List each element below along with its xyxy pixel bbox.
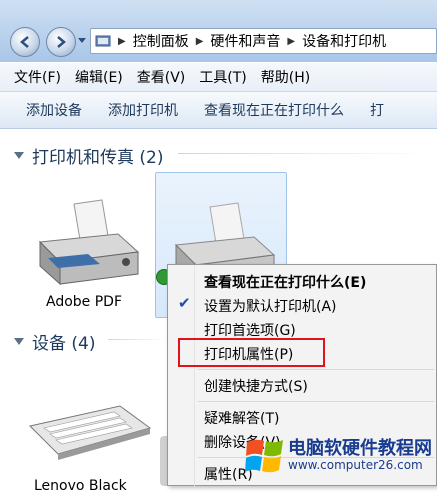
- recent-pages-dropdown-icon[interactable]: [78, 38, 86, 43]
- forward-arrow-icon: [57, 36, 66, 48]
- menu-item-printing-preferences[interactable]: 打印首选项(G): [204, 320, 296, 340]
- devices-group-header[interactable]: 设备 (4): [14, 329, 95, 354]
- printers-group-header[interactable]: 打印机和传真 (2): [14, 143, 163, 168]
- menu-help[interactable]: 帮助(H): [261, 67, 310, 87]
- control-panel-icon: [95, 35, 111, 47]
- address-bar[interactable]: ▶ 控制面板 ▶ 硬件和声音 ▶ 设备和打印机: [90, 28, 437, 54]
- breadcrumb-separator-icon: ▶: [287, 35, 296, 47]
- breadcrumb-separator-icon: ▶: [195, 35, 204, 47]
- breadcrumb-separator-icon: ▶: [118, 35, 126, 47]
- group-divider: [108, 339, 166, 340]
- menu-separator: [198, 401, 434, 402]
- menu-bar: 文件(F) 编辑(E) 查看(V) 工具(T) 帮助(H): [0, 63, 437, 92]
- devices-group-title: 设备 (4): [32, 334, 96, 354]
- forward-button[interactable]: [46, 27, 76, 57]
- menu-separator: [198, 369, 434, 370]
- menu-item-troubleshoot[interactable]: 疑难解答(T): [204, 408, 279, 428]
- printer-icon: [38, 199, 140, 286]
- menu-file[interactable]: 文件(F): [14, 67, 61, 87]
- keyboard-device-tile[interactable]: Lenovo Black: [24, 398, 164, 494]
- collapse-arrow-icon: [14, 152, 24, 159]
- add-printer-button[interactable]: 添加打印机: [108, 100, 178, 120]
- watermark-title: 电脑软硬件教程网: [288, 438, 432, 459]
- group-divider: [178, 153, 433, 154]
- breadcrumb-hardware-sound[interactable]: 硬件和声音: [210, 31, 280, 51]
- menu-view[interactable]: 查看(V): [137, 67, 186, 87]
- checkmark-icon: ✔: [178, 294, 191, 312]
- back-button[interactable]: [10, 27, 40, 57]
- print-server-button-truncated[interactable]: 打: [370, 100, 384, 120]
- keyboard-icon: [29, 405, 152, 460]
- see-whats-printing-button[interactable]: 查看现在正在打印什么: [204, 100, 344, 120]
- menu-tools[interactable]: 工具(T): [199, 67, 246, 87]
- menu-gutter: [194, 265, 195, 487]
- menu-item-see-whats-printing[interactable]: 查看现在正在打印什么(E): [204, 272, 366, 292]
- printer-adobe-pdf-tile[interactable]: Adobe PDF: [30, 196, 142, 316]
- windows-logo-icon: [245, 439, 283, 473]
- collapse-arrow-icon: [14, 338, 24, 345]
- menu-item-create-shortcut[interactable]: 创建快捷方式(S): [204, 376, 308, 396]
- command-bar: 添加设备 添加打印机 查看现在正在打印什么 打: [0, 92, 437, 129]
- menu-edit[interactable]: 编辑(E): [75, 67, 123, 87]
- add-device-button[interactable]: 添加设备: [26, 100, 82, 120]
- breadcrumb-devices-printers[interactable]: 设备和打印机: [302, 31, 386, 51]
- keyboard-device-label: Lenovo Black: [34, 478, 127, 494]
- watermark-url: www.computer26.com: [288, 458, 423, 472]
- breadcrumb-control-panel[interactable]: 控制面板: [133, 31, 189, 51]
- printers-group-title: 打印机和传真 (2): [32, 148, 164, 168]
- printer-adobe-pdf-label: Adobe PDF: [46, 294, 123, 310]
- menu-item-set-default-printer[interactable]: 设置为默认打印机(A): [204, 296, 337, 316]
- highlight-annotation: [178, 338, 325, 367]
- back-arrow-icon: [20, 36, 29, 48]
